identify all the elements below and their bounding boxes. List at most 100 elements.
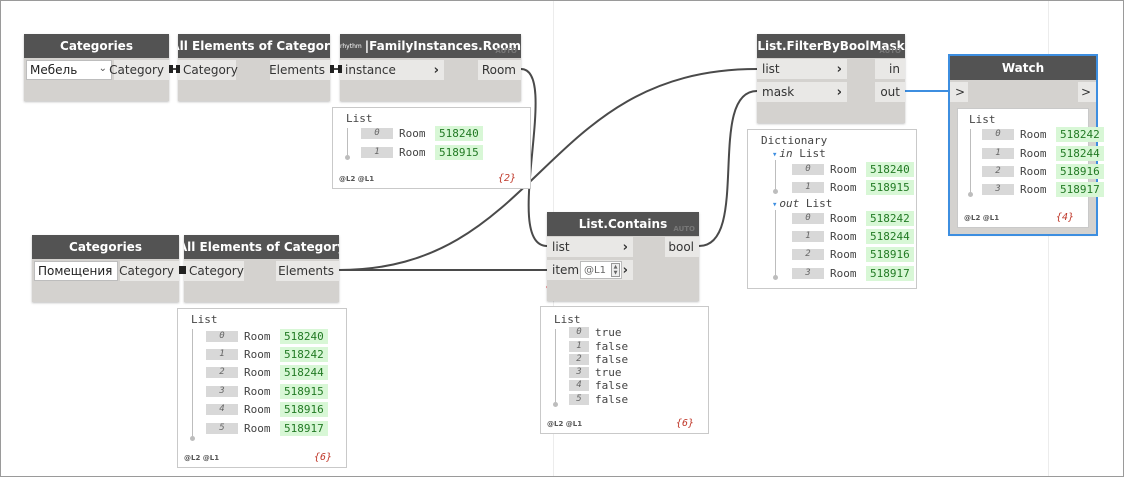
node-categories-2[interactable]: Categories Помещения ⌄ Category <box>32 235 179 302</box>
category-dropdown[interactable]: Мебель ⌄ <box>26 60 112 80</box>
input-port-list[interactable]: list › <box>547 237 633 257</box>
port-label: Category <box>189 264 244 278</box>
port-label: Category <box>183 63 238 77</box>
output-port-watch[interactable]: > <box>1078 82 1096 102</box>
output-port-bool[interactable]: bool <box>665 237 699 257</box>
output-port-room[interactable]: Room <box>478 60 521 80</box>
input-port-category[interactable]: Category <box>178 60 238 80</box>
chevron-right-icon: › <box>836 84 842 100</box>
output-port-elements[interactable]: Elements <box>276 261 339 281</box>
dict-list-title: List <box>805 197 833 210</box>
output-port-in[interactable]: in <box>875 59 905 79</box>
input-port-category[interactable]: Category <box>184 261 244 281</box>
preview-all-elements-2: List 0 Room 518240 1 Room 518242 2 Room … <box>177 308 347 468</box>
item-label: Room <box>830 229 857 243</box>
node-categories-1[interactable]: Categories Мебель ⌄ Category <box>24 34 169 101</box>
lacing-level-value: @L1 <box>584 264 606 276</box>
item-index: 1 <box>982 147 1014 159</box>
port-label: out <box>880 85 900 99</box>
item-value: 518244 <box>280 364 328 380</box>
list-levels: @L2 @L1 <box>184 454 220 462</box>
node-list-contains[interactable]: List.Contains list › bool item › @L1 ▲ ▼ … <box>547 212 699 301</box>
preview-family-instances: List 0 Room 518240 1 Room 518915 @L2 @L1… <box>332 107 531 189</box>
list-item: 2 Room 518244 <box>206 364 328 380</box>
item-value: 518917 <box>866 265 914 281</box>
node-family-instances-room[interactable]: rhythm |FamilyInstances.Room instance › … <box>340 34 521 101</box>
port-label: list <box>552 240 570 254</box>
port-connector[interactable] <box>182 266 186 274</box>
item-label: Room <box>244 329 271 343</box>
output-port-category[interactable]: Category <box>119 261 179 281</box>
item-index: 3 <box>206 385 238 397</box>
output-port-elements[interactable]: Elements <box>269 60 330 80</box>
chevron-right-icon: › <box>622 239 628 255</box>
dict-key: in <box>779 147 793 160</box>
item-label: Room <box>1020 182 1047 196</box>
item-value: false <box>595 392 629 406</box>
list-item: 3 Room 518917 <box>792 265 914 281</box>
node-list-filter-by-bool-mask[interactable]: List.FilterByBoolMask list › in mask › o… <box>757 34 905 123</box>
item-label: Room <box>244 402 271 416</box>
list-levels: @L2 @L1 <box>547 420 583 428</box>
category-dropdown[interactable]: Помещения ⌄ <box>34 261 118 281</box>
output-port-out[interactable]: out <box>875 82 905 102</box>
item-index: 2 <box>206 366 238 378</box>
item-value: 518244 <box>1056 145 1104 161</box>
node-title: Categories <box>32 235 179 259</box>
preview-tree-line <box>345 128 350 160</box>
node-title: rhythm |FamilyInstances.Room <box>340 34 521 58</box>
node-all-elements-of-category-1[interactable]: All Elements of Category Category Elemen… <box>178 34 330 101</box>
preview-title: List <box>969 113 996 126</box>
package-prefix: rhythm <box>340 42 362 50</box>
input-port-instance[interactable]: instance › <box>340 60 444 80</box>
input-port-mask[interactable]: mask › <box>757 82 847 102</box>
port-label: bool <box>668 240 694 254</box>
input-port-list[interactable]: list › <box>757 59 847 79</box>
lacing-level-stepper[interactable]: @L1 ▲ ▼ <box>580 261 622 279</box>
node-watch[interactable]: Watch > > List 0 Room 518242 1 Room 5182… <box>948 54 1104 236</box>
item-value: 518915 <box>866 179 914 195</box>
item-value: 518242 <box>866 210 914 226</box>
preview-filter-by-bool-mask: Dictionary ▾ in List 0 Room 518240 1 Room… <box>747 129 917 289</box>
item-value: 518244 <box>866 228 914 244</box>
item-label: Room <box>830 162 857 176</box>
port-connector[interactable] <box>330 65 334 73</box>
list-item: 0 Room 518242 <box>982 126 1104 142</box>
item-index: 3 <box>792 267 824 279</box>
item-value: 518916 <box>280 401 328 417</box>
preview-tree-line <box>553 329 558 407</box>
input-port-watch[interactable]: > <box>950 82 968 102</box>
item-value: false <box>595 378 629 392</box>
expand-arrow-icon: ▾ <box>772 150 778 160</box>
port-connector[interactable] <box>338 65 342 73</box>
node-all-elements-of-category-2[interactable]: All Elements of Category Category Elemen… <box>184 235 339 302</box>
item-index: 1 <box>792 230 824 242</box>
node-title: Categories <box>24 34 169 58</box>
port-label: > <box>955 85 966 99</box>
port-label: > <box>1080 85 1091 99</box>
node-title: Watch <box>950 56 1096 80</box>
output-port-category[interactable]: Category <box>109 60 169 80</box>
item-index: 1 <box>792 181 824 193</box>
list-item: 0 Room 518240 <box>792 161 914 177</box>
list-item: 4 Room 518916 <box>206 401 328 417</box>
item-value: 518240 <box>866 161 914 177</box>
lacing-label: AUTO <box>673 225 695 233</box>
item-label: Room <box>830 180 857 194</box>
spinner-arrows-icon[interactable]: ▲ ▼ <box>611 263 620 277</box>
lacing-label: AUTO <box>879 47 901 55</box>
item-label: Room <box>244 347 271 361</box>
item-value: 518916 <box>866 246 914 262</box>
item-label: Room <box>1020 127 1047 141</box>
list-count: {6} <box>313 452 332 463</box>
item-value: 518915 <box>280 383 328 399</box>
chevron-right-icon: › <box>433 62 439 78</box>
expand-arrow-icon: ▾ <box>772 200 778 210</box>
item-index: 0 <box>569 326 589 338</box>
port-connector[interactable] <box>169 65 173 73</box>
watch-preview: List 0 Room 518242 1 Room 518244 2 Room … <box>957 108 1104 228</box>
item-index: 0 <box>792 212 824 224</box>
port-connector[interactable] <box>176 65 180 73</box>
node-title: All Elements of Category <box>178 34 330 58</box>
preview-list-contains: List 0 true 1 false 2 false 3 true 4 fal… <box>540 306 709 434</box>
